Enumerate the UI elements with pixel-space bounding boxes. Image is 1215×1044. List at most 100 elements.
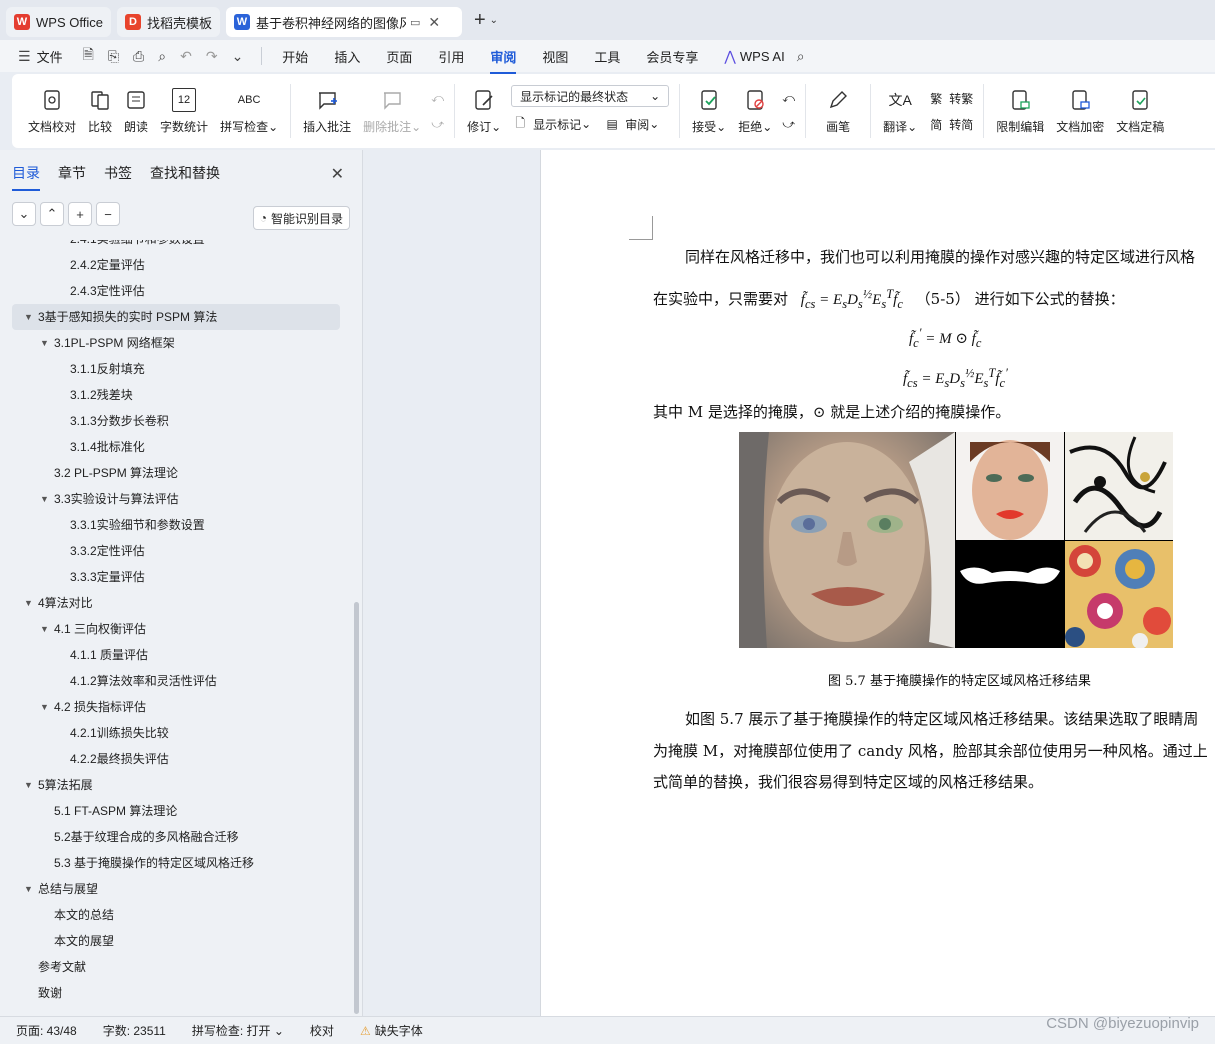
- review-pane-button[interactable]: ▤ 审阅 ⌄: [603, 111, 660, 137]
- menu-tools[interactable]: 工具: [594, 47, 620, 66]
- proof-indicator[interactable]: 校对: [310, 1022, 334, 1039]
- delete-comment-button[interactable]: 删除批注⌄: [357, 79, 427, 143]
- word-count-button[interactable]: 12 字数统计: [154, 79, 214, 143]
- show-markup-button[interactable]: 🗋 显示标记 ⌄: [511, 111, 591, 137]
- toc-item[interactable]: ▼ 3.1PL-PSPM 网络框架: [0, 330, 352, 356]
- tab-chapters[interactable]: 章节: [58, 163, 86, 183]
- toc-item[interactable]: 4.2.1训练损失比较: [0, 720, 352, 746]
- menu-insert[interactable]: 插入: [334, 47, 360, 66]
- close-tab-icon[interactable]: ✕: [428, 14, 440, 31]
- tab-find-replace[interactable]: 查找和替换: [150, 163, 220, 183]
- prev-comment-icon[interactable]: ⤺: [431, 85, 444, 111]
- toc-item[interactable]: ▼ 3.3实验设计与算法评估: [0, 486, 352, 512]
- search-icon[interactable]: ⌕: [797, 48, 805, 65]
- revise-button[interactable]: 修订⌄: [461, 79, 507, 143]
- missing-font-indicator[interactable]: ⚠ 缺失字体: [360, 1022, 423, 1039]
- chevron-down-icon[interactable]: ⌄: [490, 15, 498, 26]
- hamburger-icon[interactable]: ☰: [18, 48, 31, 65]
- restrict-edit-button[interactable]: 限制编辑: [990, 79, 1050, 143]
- toc-item[interactable]: 5.3 基于掩膜操作的特定区域风格迁移: [0, 850, 352, 876]
- toc-item[interactable]: 2.4.1实验细节和参数设置: [0, 240, 352, 252]
- menu-references[interactable]: 引用: [438, 47, 464, 66]
- smart-toc-button[interactable]: ◔ 智能识别目录: [252, 206, 350, 230]
- expand-arrow-icon[interactable]: ▼: [24, 304, 33, 330]
- expand-arrow-icon[interactable]: ▼: [24, 876, 33, 902]
- toc-item[interactable]: ▼ 4算法对比: [0, 590, 352, 616]
- expand-arrow-icon[interactable]: ▼: [40, 330, 49, 356]
- expand-icon[interactable]: ⌄: [12, 202, 36, 226]
- toc-item[interactable]: 5.1 FT-ASPM 算法理论: [0, 798, 352, 824]
- redo-icon[interactable]: ↷: [206, 48, 218, 65]
- toc-item[interactable]: 本文的总结: [0, 902, 352, 928]
- compare-button[interactable]: 比较: [82, 79, 118, 143]
- tab-docer[interactable]: D 找稻壳模板: [116, 7, 220, 37]
- chevron-down-icon[interactable]: ⌄: [232, 48, 244, 65]
- prev-change-icon[interactable]: ⤺: [782, 85, 795, 111]
- remove-heading-icon[interactable]: −: [96, 202, 120, 226]
- toc-item[interactable]: ▼ 3基于感知损失的实时 PSPM 算法: [12, 304, 340, 330]
- tab-bookmarks[interactable]: 书签: [104, 163, 132, 183]
- finalize-button[interactable]: 文档定稿: [1110, 79, 1170, 143]
- pen-button[interactable]: 画笔: [812, 79, 864, 143]
- toc-item[interactable]: 3.3.2定性评估: [0, 538, 352, 564]
- menu-view[interactable]: 视图: [542, 47, 568, 66]
- word-count-indicator[interactable]: 字数: 23511: [103, 1022, 166, 1039]
- toc-item[interactable]: 致谢: [0, 980, 352, 1006]
- menu-review[interactable]: 审阅: [490, 47, 517, 74]
- encrypt-button[interactable]: 文档加密: [1050, 79, 1110, 143]
- spell-check-indicator[interactable]: 拼写检查: 打开 ⌄: [192, 1022, 284, 1039]
- toc-item[interactable]: ▼ 总结与展望: [0, 876, 352, 902]
- toc-item[interactable]: 4.1.1 质量评估: [0, 642, 352, 668]
- expand-arrow-icon[interactable]: ▼: [40, 616, 49, 642]
- toc-item[interactable]: ▼ 4.1 三向权衡评估: [0, 616, 352, 642]
- next-change-icon[interactable]: ⤻: [782, 111, 795, 137]
- toc-item[interactable]: 本文的展望: [0, 928, 352, 954]
- insert-comment-button[interactable]: 插入批注: [297, 79, 357, 143]
- collapse-icon[interactable]: ⌃: [40, 202, 64, 226]
- toc-item[interactable]: 3.3.3定量评估: [0, 564, 352, 590]
- undo-icon[interactable]: ↶: [180, 48, 192, 65]
- toc-scrollbar[interactable]: [354, 602, 359, 1014]
- read-aloud-button[interactable]: 朗读: [118, 79, 154, 143]
- toc-item[interactable]: 2.4.3定性评估: [0, 278, 352, 304]
- menu-home[interactable]: 开始: [282, 47, 308, 66]
- doc-check-button[interactable]: 文档校对: [12, 79, 82, 143]
- new-tab-icon[interactable]: +: [474, 9, 486, 32]
- toc-item[interactable]: 3.1.2残差块: [0, 382, 352, 408]
- expand-arrow-icon[interactable]: ▼: [24, 772, 33, 798]
- close-icon[interactable]: ✕: [331, 164, 344, 184]
- tab-document[interactable]: W 基于卷积神经网络的图像风格迁 ▭ ✕: [225, 7, 462, 37]
- toc-item[interactable]: 2.4.2定量评估: [0, 252, 352, 278]
- toc-item[interactable]: 3.1.4批标准化: [0, 434, 352, 460]
- expand-arrow-icon[interactable]: ▼: [40, 694, 49, 720]
- reject-button[interactable]: 拒绝⌄: [732, 79, 778, 143]
- toc-item[interactable]: 3.3.1实验细节和参数设置: [0, 512, 352, 538]
- page-indicator[interactable]: 页面: 43/48: [16, 1022, 77, 1039]
- menu-member[interactable]: 会员专享: [646, 47, 698, 66]
- tab-wps-office[interactable]: W WPS Office: [6, 7, 111, 37]
- markup-state-select[interactable]: 显示标记的最终状态 ⌄: [511, 85, 670, 107]
- document-page[interactable]: 同样在风格迁移中，我们也可以利用掩膜的操作对感兴趣的特定区域进行风格 在实验中，…: [540, 150, 1215, 1016]
- expand-arrow-icon[interactable]: ▼: [40, 486, 49, 512]
- menu-page[interactable]: 页面: [386, 47, 412, 66]
- toc-item[interactable]: 4.1.2算法效率和灵活性评估: [0, 668, 352, 694]
- to-simplified-button[interactable]: 简转简: [927, 111, 973, 137]
- toc-item[interactable]: 3.2 PL-PSPM 算法理论: [0, 460, 352, 486]
- spell-check-button[interactable]: ABC 拼写检查⌄: [214, 79, 284, 143]
- toc-item[interactable]: ▼ 4.2 损失指标评估: [0, 694, 352, 720]
- accept-button[interactable]: 接受⌄: [686, 79, 732, 143]
- to-traditional-button[interactable]: 繁转繁: [927, 85, 973, 111]
- toc-item[interactable]: ▼ 5算法拓展: [0, 772, 352, 798]
- print-preview-icon[interactable]: ⌕: [158, 48, 166, 65]
- print-icon[interactable]: ⎙: [133, 48, 144, 65]
- toc-item[interactable]: 5.2基于纹理合成的多风格融合迁移: [0, 824, 352, 850]
- toc-item[interactable]: 3.1.1反射填充: [0, 356, 352, 382]
- toc-item[interactable]: 3.1.3分数步长卷积: [0, 408, 352, 434]
- menu-wps-ai[interactable]: WPS AI: [740, 49, 785, 64]
- expand-arrow-icon[interactable]: ▼: [24, 590, 33, 616]
- menu-file[interactable]: 文件: [37, 47, 63, 66]
- save-icon[interactable]: 🗎: [83, 44, 94, 68]
- tab-toc[interactable]: 目录: [12, 163, 40, 191]
- translate-button[interactable]: 文A 翻译⌄: [877, 79, 923, 143]
- next-comment-icon[interactable]: ⤻: [431, 111, 444, 137]
